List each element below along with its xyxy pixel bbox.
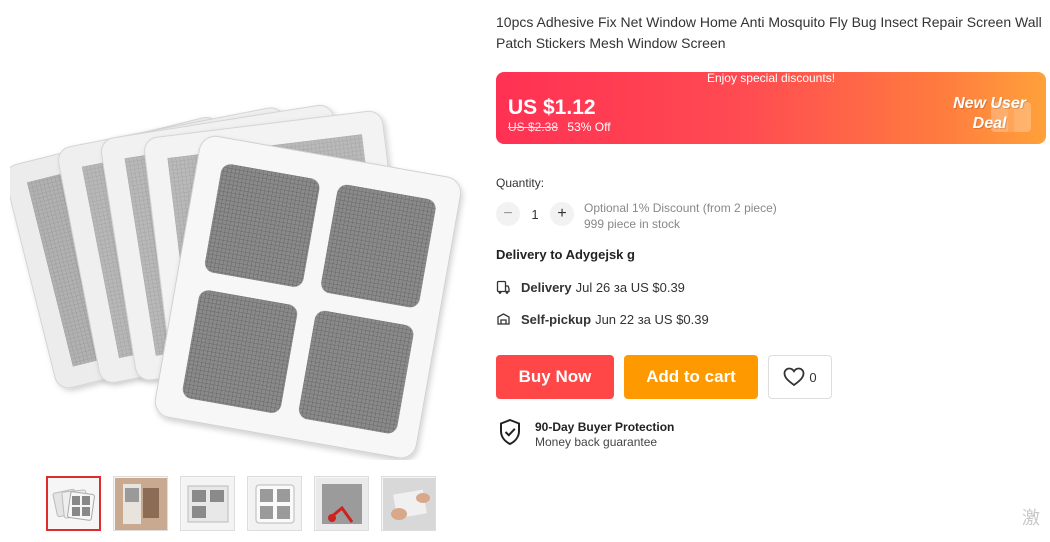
delivery-option: Delivery Jul 26 за US $0.39 [496,280,685,295]
thumbnail-image [382,477,435,530]
discount-percent: 53% Off [567,120,611,134]
price-banner: Enjoy special discounts! US $1.12 US $2.… [496,72,1046,144]
wishlist-button[interactable]: 0 [768,355,832,399]
quantity-info: Optional 1% Discount (from 2 piece) 999 … [584,200,777,232]
price-original-row: US $2.38 53% Off [508,120,611,134]
badge-line-1: New User [953,95,1026,112]
current-price: US $1.12 [508,96,596,119]
delivery-option-label: Delivery [521,280,572,295]
pickup-option-label: Self-pickup [521,312,592,327]
pickup-icon [496,312,514,327]
delivery-option-detail: Jul 26 за US $0.39 [575,280,685,295]
product-main-image[interactable] [5,60,470,460]
thumbnail-image [315,477,368,530]
protection-subtitle: Money back guarantee [535,435,658,449]
thumbnail-image [248,477,301,530]
protection-title: 90-Day Buyer Protection [535,420,675,434]
product-title: 10pcs Adhesive Fix Net Window Home Anti … [496,14,1042,51]
thumbnail-3[interactable] [180,476,235,531]
watermark-text: 激 [1022,508,1040,528]
thumbnail-6[interactable] [381,476,436,531]
thumbnail-image [181,477,234,530]
stock-count: 999 piece in stock [584,217,681,231]
thumbnail-1[interactable] [46,476,101,531]
truck-icon [496,280,514,295]
quantity-value[interactable]: 1 [520,207,550,222]
thumbnail-5[interactable] [314,476,369,531]
buyer-protection: 90-Day Buyer Protection Money back guara… [498,418,674,451]
thumbnail-2[interactable] [113,476,168,531]
thumbnail-image [114,477,167,530]
badge-line-2: Deal [972,115,1007,132]
shield-check-icon [498,418,524,451]
quantity-stepper: − 1 + [496,202,574,226]
quantity-decrease-button[interactable]: − [496,202,520,226]
thumbnail-4[interactable] [247,476,302,531]
thumbnail-strip [46,476,436,531]
quantity-label: Quantity: [496,176,545,190]
new-user-deal-badge: New User Deal [953,94,1026,134]
wishlist-count: 0 [809,369,817,385]
add-to-cart-button[interactable]: Add to cart [624,355,758,399]
delivery-destination[interactable]: Delivery to Adygejsk g [496,247,635,262]
heart-icon [783,367,805,387]
quantity-increase-button[interactable]: + [550,202,574,226]
pickup-option: Self-pickup Jun 22 за US $0.39 [496,312,709,327]
buy-now-button[interactable]: Buy Now [496,355,614,399]
bulk-discount-note: Optional 1% Discount (from 2 piece) [584,201,777,215]
mesh-patch-illustration [5,104,462,459]
protection-text: 90-Day Buyer Protection Money back guara… [535,420,674,449]
banner-promo-text: Enjoy special discounts! [706,72,836,85]
original-price: US $2.38 [508,120,559,134]
pickup-option-detail: Jun 22 за US $0.39 [595,312,709,327]
thumbnail-image [52,488,95,521]
